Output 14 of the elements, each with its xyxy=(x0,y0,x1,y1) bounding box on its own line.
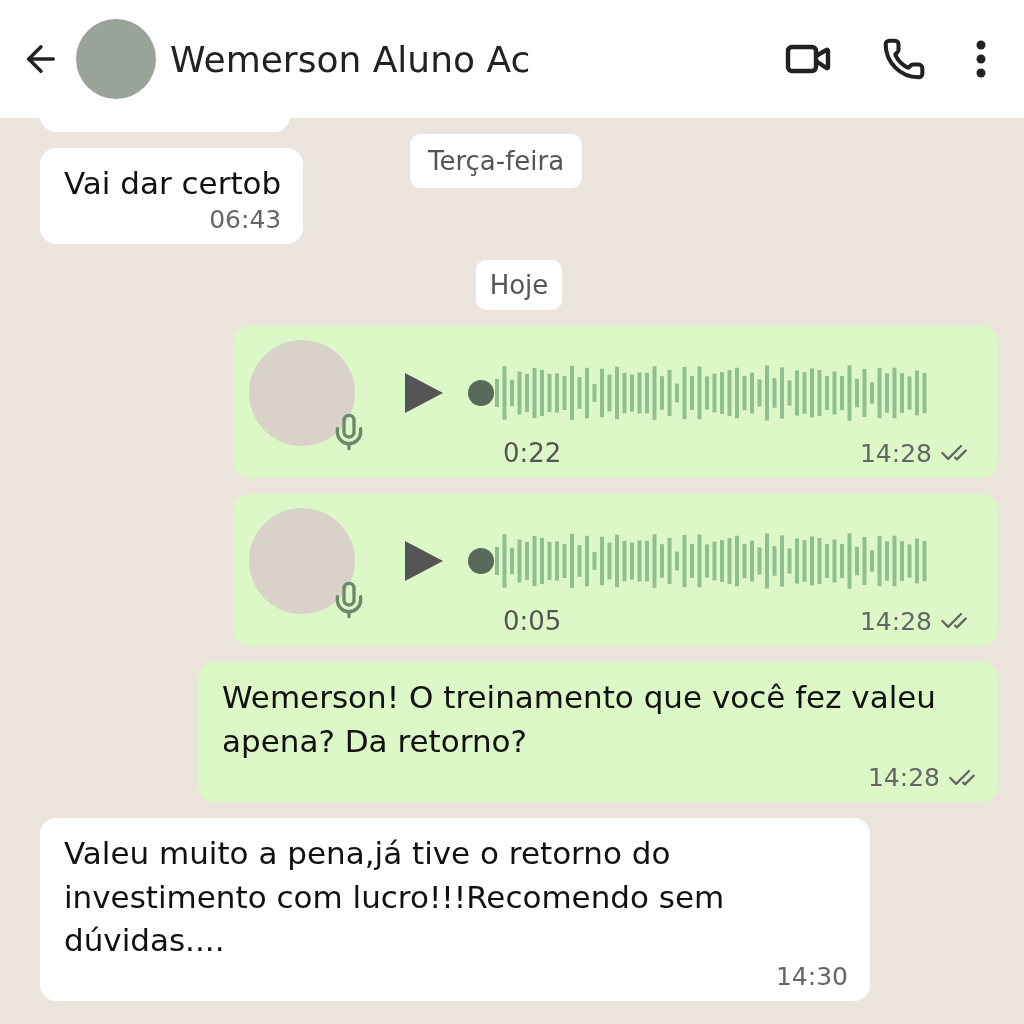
phone-icon xyxy=(882,37,926,81)
message-time: 14:30 xyxy=(775,962,848,992)
date-label: Hoje xyxy=(475,260,563,311)
message-time: 06:43 xyxy=(209,205,282,235)
message-time: 14:28 xyxy=(859,606,932,636)
message-time: 14:28 xyxy=(859,438,932,468)
message-text: Wemerson! O treinamento que você fez valeu apena? Da retorno? xyxy=(222,679,936,759)
audio-duration: 0:05 xyxy=(503,606,562,637)
more-options-icon xyxy=(976,40,986,78)
message-time: 14:28 xyxy=(867,763,940,793)
message-text: Vai dar certob xyxy=(64,165,282,201)
date-label: Terça-feira xyxy=(410,134,583,188)
audio-duration: 0:22 xyxy=(503,438,562,469)
message-text: Valeu muito a pena,já tive o retorno do investimento com lucro!!!Recomendo sem dúvidas.... xyxy=(64,835,725,958)
